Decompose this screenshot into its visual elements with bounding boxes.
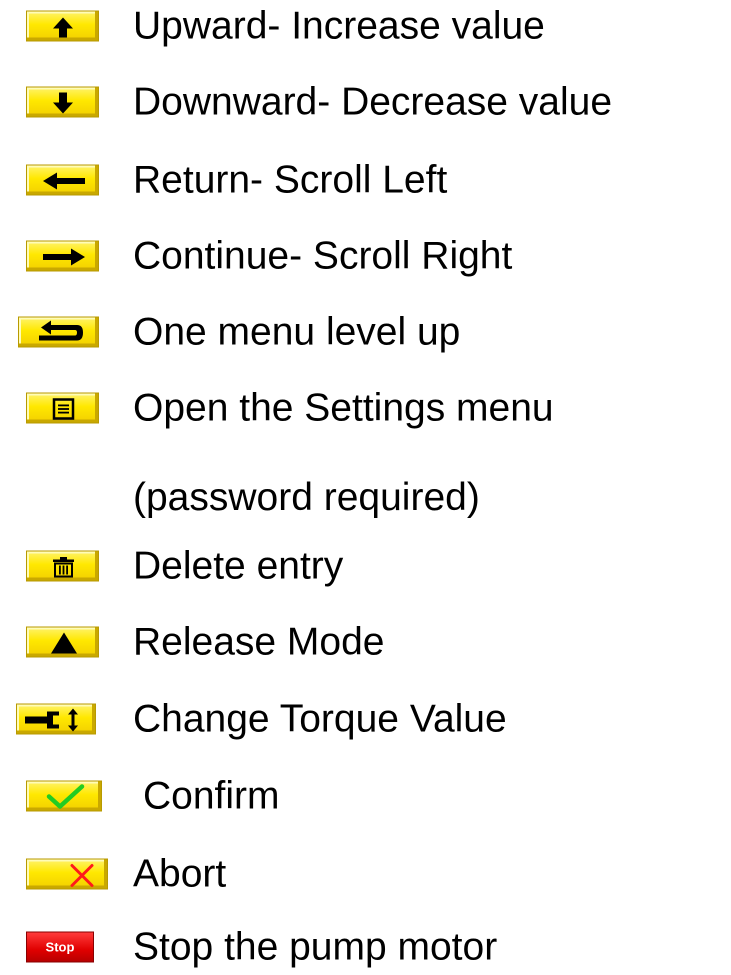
legend-label: Upward- Increase value: [133, 4, 545, 48]
icon-legend: Upward- Increase value Downward- Decreas…: [0, 0, 731, 975]
trash-icon: [26, 550, 99, 582]
return-up-icon: [18, 316, 99, 348]
legend-row-stop: Stop Stop the pump motor: [0, 925, 731, 969]
arrow-down-icon: [26, 86, 99, 118]
legend-label: One menu level up: [133, 310, 461, 354]
legend-row-abort: Abort: [0, 852, 731, 896]
legend-label: Return- Scroll Left: [133, 158, 448, 202]
legend-row-release: Release Mode: [0, 620, 731, 664]
legend-label: Delete entry: [133, 544, 344, 588]
torque-wrench-icon: [16, 703, 96, 735]
legend-label: Continue- Scroll Right: [133, 234, 513, 278]
legend-label: Stop the pump motor: [133, 925, 498, 969]
legend-row-continue: Continue- Scroll Right: [0, 234, 731, 278]
x-icon: [26, 858, 108, 890]
menu-list-icon: [26, 392, 99, 424]
legend-label: Open the Settings menu: [133, 386, 554, 430]
legend-label: Downward- Decrease value: [133, 80, 613, 124]
triangle-up-icon: [26, 626, 99, 658]
legend-row-delete: Delete entry: [0, 544, 731, 588]
checkmark-icon: [26, 780, 102, 812]
legend-row-torque: Change Torque Value: [0, 697, 731, 741]
legend-label-continuation: (password required): [133, 476, 480, 519]
legend-row-confirm: Confirm: [0, 774, 731, 818]
arrow-right-icon: [26, 240, 99, 272]
legend-row-settings: Open the Settings menu: [0, 386, 731, 430]
legend-row-menu-up: One menu level up: [0, 310, 731, 354]
legend-row-upward: Upward- Increase value: [0, 4, 731, 48]
legend-label: Confirm: [143, 774, 280, 818]
legend-label: Release Mode: [133, 620, 385, 664]
legend-label: Change Torque Value: [133, 697, 507, 741]
arrow-left-icon: [26, 164, 99, 196]
legend-row-downward: Downward- Decrease value: [0, 80, 731, 124]
legend-row-return: Return- Scroll Left: [0, 158, 731, 202]
stop-button-label: Stop: [45, 939, 75, 955]
stop-button: Stop: [26, 931, 94, 963]
legend-label: Abort: [133, 852, 227, 896]
arrow-up-icon: [26, 10, 99, 42]
